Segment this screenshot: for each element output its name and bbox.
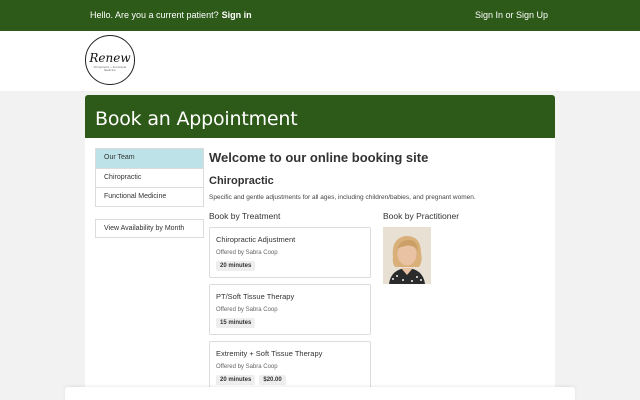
sidebar-item-chiropractic[interactable]: Chiropractic xyxy=(96,168,203,187)
practitioner-photo-image xyxy=(383,227,431,284)
sign-in-or-sign-up-link[interactable]: Sign In or Sign Up xyxy=(475,10,548,20)
renew-logo[interactable]: Renew Chiropractic + Functional Medicine xyxy=(85,35,135,85)
service-card[interactable]: Extremity + Soft Tissue Therapy Offered … xyxy=(209,341,371,392)
bottom-panel xyxy=(65,387,575,400)
book-by-treatment-heading: Book by Treatment xyxy=(209,211,281,221)
service-card[interactable]: PT/Soft Tissue Therapy Offered by Sabra … xyxy=(209,284,371,335)
service-name: Extremity + Soft Tissue Therapy xyxy=(216,349,323,358)
sidebar-item-functional-medicine[interactable]: Functional Medicine xyxy=(96,187,203,206)
service-card[interactable]: Chiropractic Adjustment Offered by Sabra… xyxy=(209,227,371,278)
greeting: Hello. Are you a current patient? Sign in xyxy=(90,10,252,20)
service-name: PT/Soft Tissue Therapy xyxy=(216,292,295,301)
card-header: Book an Appointment xyxy=(85,95,555,138)
booking-card: Book an Appointment Our Team Chiropracti… xyxy=(85,95,555,400)
practitioner-photo[interactable] xyxy=(383,227,431,284)
greeting-text: Hello. Are you a current patient? xyxy=(90,10,219,20)
sidebar-nav: Our Team Chiropractic Functional Medicin… xyxy=(95,148,204,207)
sidebar-item-our-team[interactable]: Our Team xyxy=(96,149,203,168)
service-offered-by: Offered by Sabra Coop xyxy=(216,307,278,313)
section-heading: Chiropractic xyxy=(209,175,274,187)
page-title: Book an Appointment xyxy=(95,108,298,130)
sign-in-link[interactable]: Sign in xyxy=(222,10,252,20)
top-bar: Hello. Are you a current patient? Sign in… xyxy=(0,0,640,31)
logo-name: Renew xyxy=(89,51,131,65)
sidebar: Our Team Chiropractic Functional Medicin… xyxy=(95,148,204,238)
duration-badge: 20 minutes xyxy=(216,375,256,385)
duration-badge: 15 minutes xyxy=(216,318,256,328)
service-offered-by: Offered by Sabra Coop xyxy=(216,250,278,256)
service-name: Chiropractic Adjustment xyxy=(216,235,296,244)
book-by-practitioner-heading: Book by Practitioner xyxy=(383,211,460,221)
view-availability-button[interactable]: View Availability by Month xyxy=(95,219,204,238)
logo-tagline: Chiropractic + Functional Medicine xyxy=(93,66,127,72)
welcome-heading: Welcome to our online booking site xyxy=(209,150,429,165)
service-offered-by: Offered by Sabra Coop xyxy=(216,364,278,370)
duration-badge: 20 minutes xyxy=(216,261,256,271)
price-badge: $20.00 xyxy=(259,375,286,385)
section-description: Specific and gentle adjustments for all … xyxy=(209,194,476,201)
